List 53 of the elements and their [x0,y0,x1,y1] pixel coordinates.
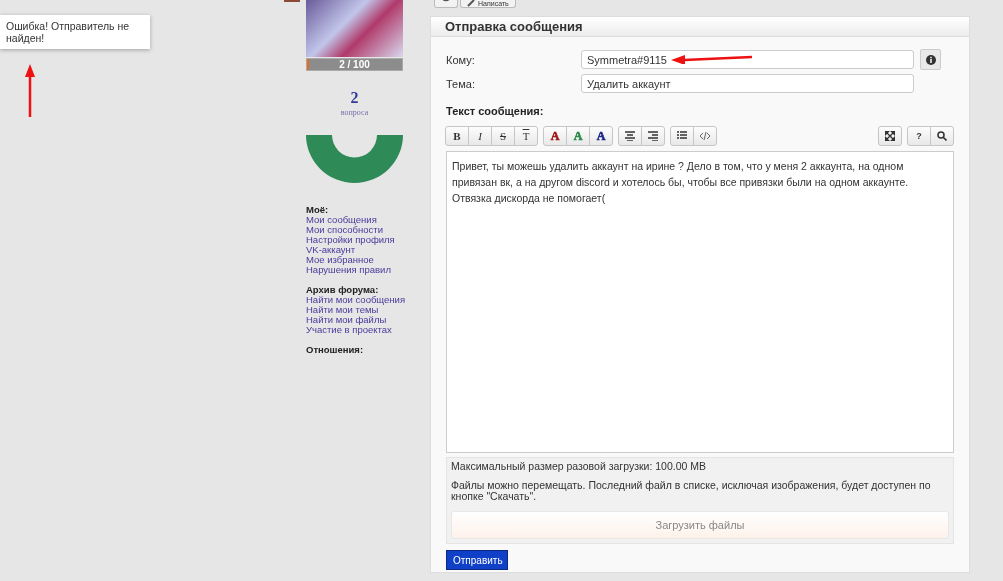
align-center-button[interactable] [618,126,642,146]
underline-button[interactable]: T [514,126,538,146]
profile-link[interactable]: VK-аккаунт [306,245,403,255]
field-label: Тема: [446,77,476,90]
section-heading: Отношения: [306,345,365,355]
help-button[interactable]: ? [907,126,931,146]
section-heading: Архив форума: [306,285,380,295]
info-icon [925,54,936,65]
align-right-icon [648,131,658,141]
align-center-icon [625,131,635,141]
list-icon [677,131,687,141]
code-icon [700,131,710,141]
question-count-label: вопроса [339,108,370,117]
italic-button[interactable]: I [468,126,492,146]
annotation-arrow [24,63,36,119]
refresh-button[interactable] [434,0,458,8]
profile-link[interactable]: Участие в проектах [306,325,403,335]
text-field[interactable]: Удалить аккаунт [581,74,914,93]
section-heading: Моё: [306,205,330,215]
text-field[interactable]: Symmetra#9115 [581,50,914,69]
text-color-button[interactable]: A [543,126,567,146]
search-button[interactable] [930,126,954,146]
profile-link[interactable]: Мои сообщения [306,215,403,225]
expand-icon [885,131,895,141]
error-notification: Ошибка! Отправитель не найден! [0,15,150,49]
list-button[interactable] [670,126,694,146]
profile-link[interactable]: Найти мои темы [306,305,403,315]
profile-link[interactable]: Мое избранное [306,255,403,265]
progress-reading: 2 / 100 [339,59,370,70]
bold-button[interactable]: B [445,126,469,146]
profile-link[interactable]: Нарушения правил [306,265,403,275]
strikethrough-button[interactable]: S [491,126,515,146]
upload-note-text: Файлы можно перемещать. Последний файл в списке, исключая изображения, будет доступен по кнопке "Скачать". [451,480,932,502]
search-icon [937,131,947,141]
field-label: Кому: [446,53,476,66]
text-color-button[interactable]: A [566,126,590,146]
message-label: Текст сообщения: [446,105,545,117]
upload-limit-text: Максимальный размер разовой загрузки: 100.00 MB [451,461,708,472]
code-button[interactable] [693,126,717,146]
profile-link[interactable]: Найти мои сообщения [306,295,403,305]
profile-link[interactable]: Мои способности [306,225,403,235]
text-color-button[interactable]: A [589,126,613,146]
profile-link[interactable]: Настройки профиля [306,235,403,245]
panel-title: Отправка сообщения [431,17,969,37]
profile-link[interactable]: Найти мои файлы [306,315,403,325]
info-button[interactable] [920,49,941,70]
message-textarea[interactable]: Привет, ты можешь удалить аккаунт на ирине ? Дело в том, что у меня 2 аккаунта, на одном привязан вк, а на другом discord и хотелось бы, чтобы все привязки были на одном аккаунте. Отвязка дискорда не помогает( [446,151,954,453]
upload-files-button[interactable]: Загрузить файлы [451,511,949,539]
pencil-icon [467,0,475,7]
expand-button[interactable] [878,126,902,146]
send-button[interactable]: Отправить [446,550,508,570]
question-count: 2 [349,88,360,108]
align-right-button[interactable] [641,126,665,146]
